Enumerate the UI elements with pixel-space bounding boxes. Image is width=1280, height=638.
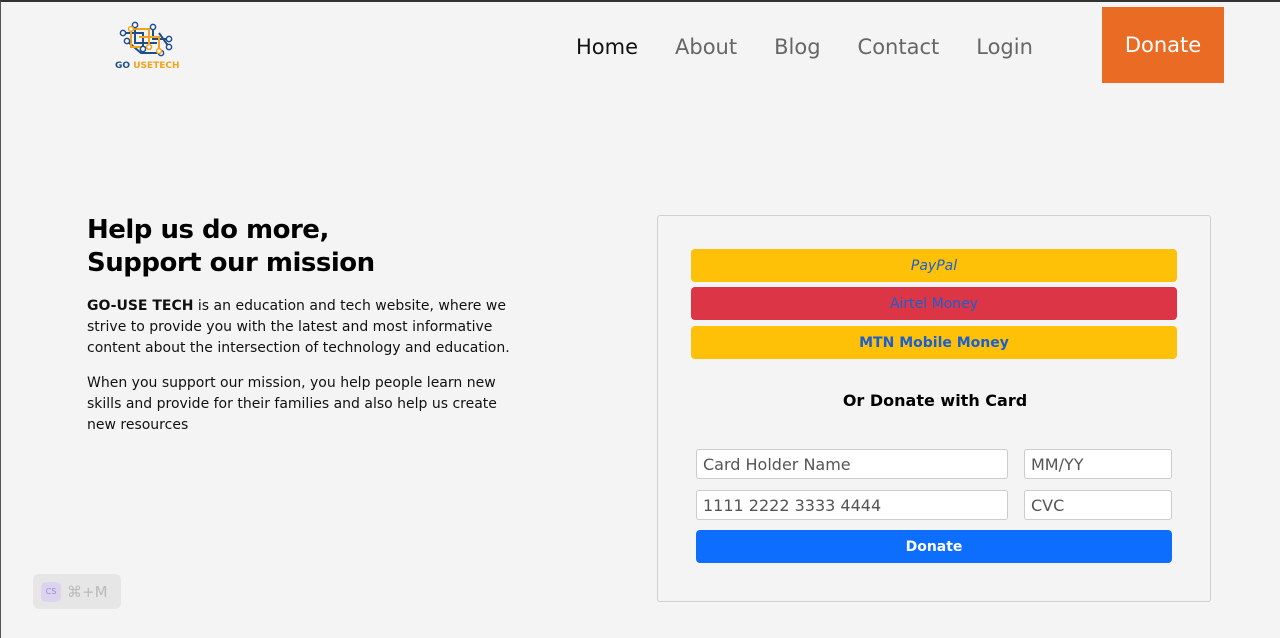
logo-text: GO USETECH (115, 61, 180, 71)
main-nav: Home About Blog Contact Login (576, 10, 1070, 84)
nav-donate-button[interactable]: Donate (1102, 7, 1224, 83)
intro-paragraph: GO-USE TECH is an education and tech web… (87, 296, 517, 359)
airtel-money-button[interactable]: Airtel Money (691, 287, 1177, 320)
card-number-input[interactable] (696, 490, 1008, 520)
card-donation-heading: Or Donate with Card (842, 391, 1028, 410)
expiry-date-input[interactable] (1024, 449, 1172, 479)
nav-contact[interactable]: Contact (858, 35, 940, 59)
mission-section: Help us do more, Support our mission GO-… (87, 214, 517, 436)
title-line-1: Help us do more, (87, 215, 329, 245)
cvc-input[interactable] (1024, 490, 1172, 520)
brand-name: GO-USE TECH (87, 298, 194, 314)
card-holder-name-input[interactable] (696, 449, 1008, 479)
shortcut-keys: ⌘+M (67, 582, 108, 601)
shortcut-widget[interactable]: CS ⌘+M (33, 574, 121, 609)
nav-login[interactable]: Login (976, 35, 1033, 59)
extension-badge-icon: CS (41, 581, 61, 602)
page-title: Help us do more, Support our mission (87, 214, 517, 280)
card-donate-button[interactable]: Donate (696, 530, 1172, 563)
mtn-mobile-money-button[interactable]: MTN Mobile Money (691, 326, 1177, 359)
support-paragraph: When you support our mission, you help p… (87, 375, 497, 433)
logo-graphic-icon (119, 21, 173, 57)
paypal-button[interactable]: PayPal (691, 249, 1177, 282)
donation-card: PayPal Airtel Money MTN Mobile Money Or … (657, 215, 1211, 602)
nav-blog[interactable]: Blog (774, 35, 820, 59)
nav-about[interactable]: About (675, 35, 737, 59)
nav-home[interactable]: Home (576, 35, 638, 59)
site-logo[interactable]: GO USETECH (113, 19, 185, 75)
title-line-2: Support our mission (87, 248, 375, 278)
